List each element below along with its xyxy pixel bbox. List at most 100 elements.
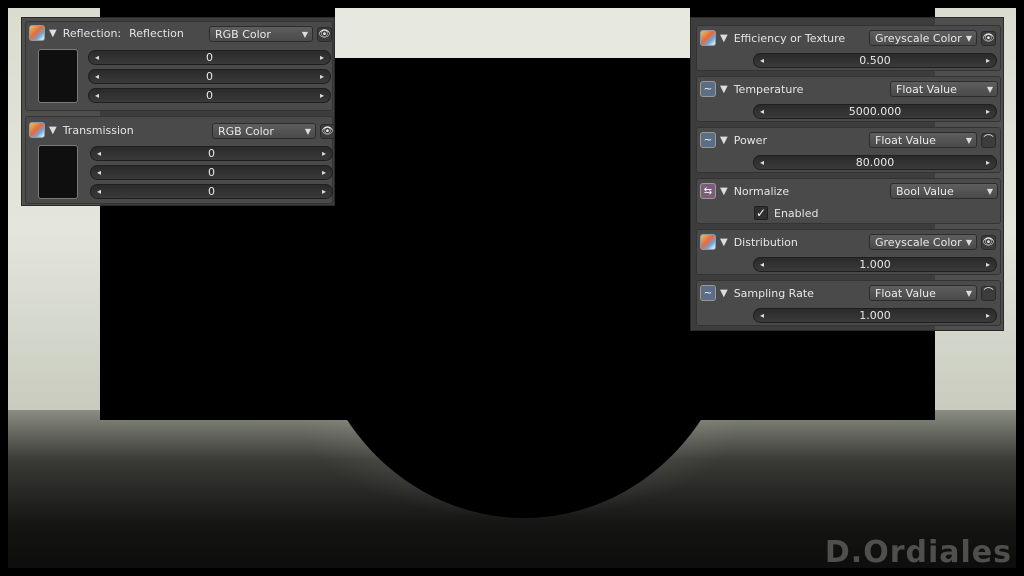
- color-node-icon[interactable]: [29, 122, 45, 138]
- color-node-icon[interactable]: [29, 25, 45, 41]
- distribution-type-label: Greyscale Color: [875, 236, 962, 249]
- transmission-type-label: RGB Color: [218, 125, 274, 138]
- left-arrow-icon[interactable]: ◂: [95, 89, 99, 102]
- power-type-dropdown[interactable]: Float Value ▼: [869, 132, 977, 148]
- watermark: D.Ordiales: [824, 535, 1012, 570]
- collapse-icon[interactable]: ▼: [720, 135, 728, 146]
- slider-value: 0: [206, 51, 213, 64]
- temperature-type-dropdown[interactable]: Float Value ▼: [890, 81, 998, 97]
- slider-value: 5000.000: [848, 105, 902, 118]
- slider-value: 0.500: [859, 54, 891, 67]
- reflection-g-slider[interactable]: ◂ 0 ▸: [88, 69, 331, 84]
- transmission-g-slider[interactable]: ◂ 0 ▸: [90, 165, 333, 180]
- right-arrow-icon[interactable]: ▸: [986, 309, 990, 322]
- efficiency-slider[interactable]: ◂ 0.500 ▸: [753, 53, 997, 68]
- eye-icon[interactable]: 👁: [320, 124, 335, 139]
- right-arrow-icon[interactable]: ▸: [320, 89, 324, 102]
- slider-value: 0: [206, 89, 213, 102]
- eye-icon[interactable]: 👁: [981, 235, 996, 250]
- float-node-icon[interactable]: ~: [700, 285, 716, 301]
- chevron-down-icon: ▼: [304, 127, 311, 136]
- collapse-icon[interactable]: ▼: [720, 237, 728, 248]
- transmission-label: Transmission: [62, 123, 134, 137]
- reflection-section: ▼ Reflection: Reflection RGB Color ▼ 👁 ◂…: [25, 21, 333, 111]
- normalize-section: ⇆ ▼ Normalize Bool Value ▼ ✓ Enabled: [696, 178, 1001, 224]
- efficiency-section: ▼ Efficiency or Texture Greyscale Color …: [696, 25, 1001, 71]
- collapse-icon[interactable]: ▼: [49, 28, 57, 39]
- right-arrow-icon[interactable]: ▸: [320, 70, 324, 83]
- left-arrow-icon[interactable]: ◂: [760, 258, 764, 271]
- reflection-b-slider[interactable]: ◂ 0 ▸: [88, 88, 331, 103]
- color-node-icon[interactable]: [700, 234, 716, 250]
- right-arrow-icon[interactable]: ▸: [986, 156, 990, 169]
- temperature-slider[interactable]: ◂ 5000.000 ▸: [753, 104, 997, 119]
- right-panel: ▼ Efficiency or Texture Greyscale Color …: [690, 17, 1004, 331]
- power-slider[interactable]: ◂ 80.000 ▸: [753, 155, 997, 170]
- reflection-type-dropdown[interactable]: RGB Color ▼: [209, 26, 313, 42]
- chevron-down-icon: ▼: [986, 85, 993, 94]
- reflection-r-slider[interactable]: ◂ 0 ▸: [88, 50, 331, 65]
- temperature-type-label: Float Value: [896, 83, 957, 96]
- background-light: [335, 0, 690, 58]
- left-arrow-icon[interactable]: ◂: [760, 54, 764, 67]
- normalize-type-dropdown[interactable]: Bool Value ▼: [890, 183, 998, 199]
- slider-value: 0: [208, 147, 215, 160]
- right-arrow-icon[interactable]: ▸: [986, 54, 990, 67]
- left-panel: ▼ Reflection: Reflection RGB Color ▼ 👁 ◂…: [21, 17, 335, 206]
- left-arrow-icon[interactable]: ◂: [760, 309, 764, 322]
- transmission-section: ▼ Transmission RGB Color ▼ 👁 ◂ 0 ▸ ◂ 0 ▸…: [25, 116, 335, 204]
- chevron-down-icon: ▼: [965, 34, 972, 43]
- curve-icon[interactable]: ⌒: [981, 133, 996, 148]
- right-arrow-icon[interactable]: ▸: [986, 105, 990, 118]
- distribution-type-dropdown[interactable]: Greyscale Color ▼: [869, 234, 977, 250]
- transmission-color-swatch[interactable]: [38, 145, 78, 199]
- power-type-label: Float Value: [875, 134, 936, 147]
- left-arrow-icon[interactable]: ◂: [95, 70, 99, 83]
- power-section: ~ ▼ Power Float Value ▼ ⌒ ◂ 80.000 ▸: [696, 127, 1001, 173]
- left-arrow-icon[interactable]: ◂: [97, 185, 101, 198]
- collapse-icon[interactable]: ▼: [720, 288, 728, 299]
- left-arrow-icon[interactable]: ◂: [97, 147, 101, 160]
- slider-value: 1.000: [859, 309, 891, 322]
- transmission-r-slider[interactable]: ◂ 0 ▸: [90, 146, 333, 161]
- normalize-type-label: Bool Value: [896, 185, 954, 198]
- sampling-rate-slider[interactable]: ◂ 1.000 ▸: [753, 308, 997, 323]
- collapse-icon[interactable]: ▼: [720, 33, 728, 44]
- left-arrow-icon[interactable]: ◂: [760, 156, 764, 169]
- chevron-down-icon: ▼: [986, 187, 993, 196]
- temperature-section: ~ ▼ Temperature Float Value ▼ ◂ 5000.000…: [696, 76, 1001, 122]
- color-node-icon[interactable]: [700, 30, 716, 46]
- enabled-checkbox[interactable]: ✓: [754, 206, 768, 220]
- efficiency-type-dropdown[interactable]: Greyscale Color ▼: [869, 30, 977, 46]
- right-arrow-icon[interactable]: ▸: [320, 51, 324, 64]
- float-node-icon[interactable]: ~: [700, 132, 716, 148]
- sampling-rate-label: Sampling Rate: [733, 286, 814, 300]
- collapse-icon[interactable]: ▼: [720, 186, 728, 197]
- collapse-icon[interactable]: ▼: [720, 84, 728, 95]
- collapse-icon[interactable]: ▼: [49, 125, 57, 136]
- sampling-rate-type-dropdown[interactable]: Float Value ▼: [869, 285, 977, 301]
- right-arrow-icon[interactable]: ▸: [986, 258, 990, 271]
- left-arrow-icon[interactable]: ◂: [97, 166, 101, 179]
- left-arrow-icon[interactable]: ◂: [95, 51, 99, 64]
- chevron-down-icon: ▼: [965, 238, 972, 247]
- transmission-type-dropdown[interactable]: RGB Color ▼: [212, 123, 316, 139]
- bool-node-icon[interactable]: ⇆: [700, 183, 716, 199]
- slider-value: 0: [208, 166, 215, 179]
- eye-icon[interactable]: 👁: [317, 27, 332, 42]
- reflection-value-name: Reflection: [129, 26, 184, 40]
- right-arrow-icon[interactable]: ▸: [322, 147, 326, 160]
- distribution-slider[interactable]: ◂ 1.000 ▸: [753, 257, 997, 272]
- right-arrow-icon[interactable]: ▸: [322, 185, 326, 198]
- transmission-b-slider[interactable]: ◂ 0 ▸: [90, 184, 333, 199]
- right-arrow-icon[interactable]: ▸: [322, 166, 326, 179]
- efficiency-type-label: Greyscale Color: [875, 32, 962, 45]
- reflection-type-label: RGB Color: [215, 28, 271, 41]
- distribution-label: Distribution: [733, 235, 798, 249]
- chevron-down-icon: ▼: [965, 289, 972, 298]
- reflection-color-swatch[interactable]: [38, 49, 78, 103]
- left-arrow-icon[interactable]: ◂: [760, 105, 764, 118]
- eye-icon[interactable]: 👁: [981, 31, 996, 46]
- curve-icon[interactable]: ⌒: [981, 286, 996, 301]
- float-node-icon[interactable]: ~: [700, 81, 716, 97]
